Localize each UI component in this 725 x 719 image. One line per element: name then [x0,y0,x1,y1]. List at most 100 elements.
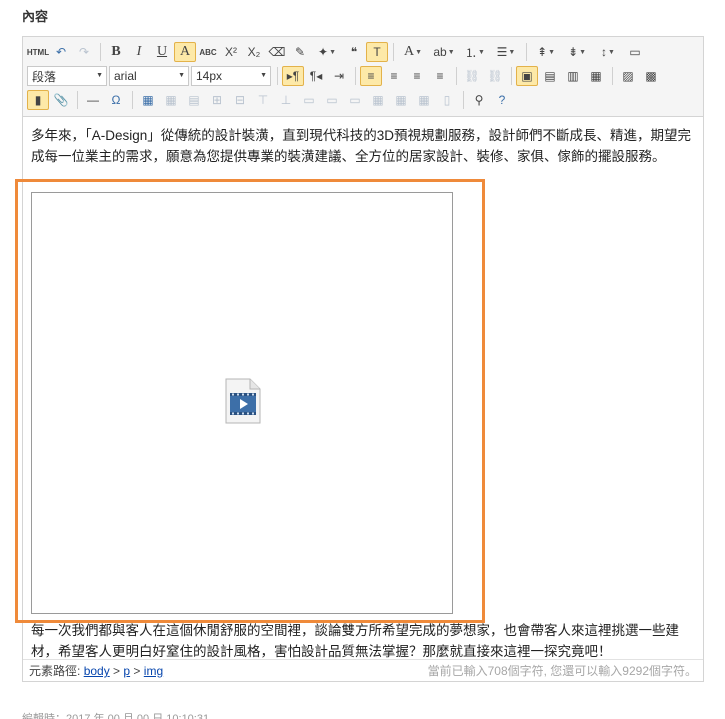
image-center-button[interactable]: ▦ [585,66,607,86]
table-delete-icon: ▦ [165,93,177,107]
paragraph-format-select[interactable]: 段落 ▼ [27,66,107,86]
image-icon: ▨ [622,69,634,83]
merge-down-button[interactable]: ▭ [344,90,366,110]
indent-button[interactable]: ⇥ [328,66,350,86]
redo-button[interactable]: ↷ [73,42,95,62]
underline-button[interactable]: U [151,42,173,62]
bold-button[interactable]: B [105,42,127,62]
paragraph-format-value: 段落 [32,69,57,84]
format-painter-button[interactable]: ✎ [289,42,311,62]
strikethrough-button[interactable]: ABC [197,42,219,62]
section-label: 內容 [22,9,49,24]
editor-toolbar: HTML ↶ ↷ B I U A ABC X² X₂ ⌫ ✎ ✦ ▼ ❝ T A ▼ ab ▼ ⒈ ▼ ☰ ▼ ⇞ ▼ ⇟ ▼ ↕ ▼ ▭ … [23,37,703,117]
table-paragraph-icon: ▤ [188,93,200,107]
image-none-button[interactable]: ▣ [516,66,538,86]
align-justify-icon: ≡ [436,69,444,83]
split-cols-button[interactable]: ▦ [413,90,435,110]
delete-col-button[interactable]: ⊥ [275,90,297,110]
blockquote-button[interactable]: ❝ [343,42,365,62]
delete-row-icon: ⊟ [234,93,246,107]
paste-template-button[interactable]: ▯ [436,90,458,110]
toolbar-separator [100,43,101,61]
insert-image-button[interactable]: ▨ [617,66,639,86]
insert-multi-image-button[interactable]: ▩ [640,66,662,86]
insert-video-button[interactable]: ▮ [27,90,49,110]
image-right-icon: ▥ [567,69,579,83]
path-link-img[interactable]: img [144,664,163,678]
image-none-icon: ▣ [521,69,533,83]
image-left-icon: ▤ [544,69,556,83]
font-color-button[interactable]: A ▼ [398,42,428,62]
link-icon: ⛓ [464,69,480,83]
align-center-button[interactable]: ≡ [383,66,405,86]
link-button[interactable]: ⛓ [461,66,483,86]
chevron-down-icon: ▼ [579,48,586,56]
line-height-button[interactable]: ↕ ▼ [593,42,623,62]
merge-cells-button[interactable]: ▭ [298,90,320,110]
insert-row-icon: ⊞ [211,93,223,107]
monitor-icon: ▭ [629,45,641,59]
align-right-button[interactable]: ≡ [406,66,428,86]
toolbar-separator [463,91,464,109]
insert-paragraph-before-table-button[interactable]: ▤ [183,90,205,110]
help-icon: ? [498,93,506,107]
strikethrough-icon: ABC [199,47,217,57]
insert-row-button[interactable]: ⊞ [206,90,228,110]
special-char-button[interactable]: Ω [105,90,127,110]
superscript-icon: X² [225,45,237,59]
insert-table-button[interactable]: ▦ [137,90,159,110]
delete-table-button[interactable]: ▦ [160,90,182,110]
italic-button[interactable]: I [128,42,150,62]
row-spacing-bottom-button[interactable]: ⇟ ▼ [562,42,592,62]
path-link-body[interactable]: body [84,664,110,678]
help-button[interactable]: ? [491,90,513,110]
auto-format-button[interactable]: ✦ ▼ [312,42,342,62]
rich-text-editor: HTML ↶ ↷ B I U A ABC X² X₂ ⌫ ✎ ✦ ▼ ❝ T A ▼ ab ▼ ⒈ ▼ ☰ ▼ ⇞ ▼ ⇟ ▼ ↕ ▼ ▭ … [22,36,704,682]
attachment-button[interactable]: 📎 [50,90,72,110]
paste-plain-button[interactable]: T [366,42,388,62]
image-center-icon: ▦ [590,69,602,83]
editor-content[interactable]: 多年來，「A-Design」從傳統的設計裝潢，直到現代科技的3D預視規劃服務，設… [23,118,703,659]
split-cells-button[interactable]: ▦ [367,90,389,110]
unlink-button[interactable]: ⛓ [484,66,506,86]
toolbar-separator [277,67,278,85]
align-left-button[interactable]: ≡ [360,66,382,86]
undo-button[interactable]: ↶ [50,42,72,62]
highlight-color-button[interactable]: ab ▼ [429,42,459,62]
chevron-down-icon: ▼ [260,72,267,79]
font-family-select[interactable]: arial ▼ [109,66,189,86]
row-spacing-top-button[interactable]: ⇞ ▼ [531,42,561,62]
source-html-button[interactable]: HTML [27,42,49,62]
font-border-button[interactable]: A [174,42,196,62]
unlink-icon: ⛓ [487,69,503,83]
ltr-button[interactable]: ▸¶ [282,66,304,86]
subscript-button[interactable]: X₂ [243,42,265,62]
subscript-icon: X₂ [247,45,261,59]
delete-row-button[interactable]: ⊟ [229,90,251,110]
unordered-list-button[interactable]: ☰ ▼ [491,42,521,62]
split-rows-button[interactable]: ▦ [390,90,412,110]
editor-statusbar: 元素路徑: body > p > img 當前已輸入708個字符, 您還可以輸入… [23,659,703,681]
merge-right-button[interactable]: ▭ [321,90,343,110]
preview-button[interactable]: ▭ [624,42,646,62]
superscript-button[interactable]: X² [220,42,242,62]
image-left-button[interactable]: ▤ [539,66,561,86]
multi-image-icon: ▩ [645,69,657,83]
element-path: 元素路徑: body > p > img [29,662,163,679]
insert-col-icon: ⊤ [257,93,269,107]
video-placeholder-image[interactable] [31,192,453,614]
insert-col-button[interactable]: ⊤ [252,90,274,110]
align-justify-button[interactable]: ≡ [429,66,451,86]
horizontal-rule-button[interactable]: — [82,90,104,110]
chevron-down-icon: ▼ [478,48,485,56]
toolbar-separator [132,91,133,109]
merge-cells-icon: ▭ [303,93,315,107]
eraser-button[interactable]: ⌫ [266,42,288,62]
rtl-button[interactable]: ¶◂ [305,66,327,86]
ordered-list-button[interactable]: ⒈ ▼ [460,42,490,62]
redo-icon: ↷ [78,45,90,59]
image-right-button[interactable]: ▥ [562,66,584,86]
font-size-select[interactable]: 14px ▼ [191,66,271,86]
search-replace-button[interactable]: ⚲ [468,90,490,110]
font-border-icon: A [179,44,191,59]
